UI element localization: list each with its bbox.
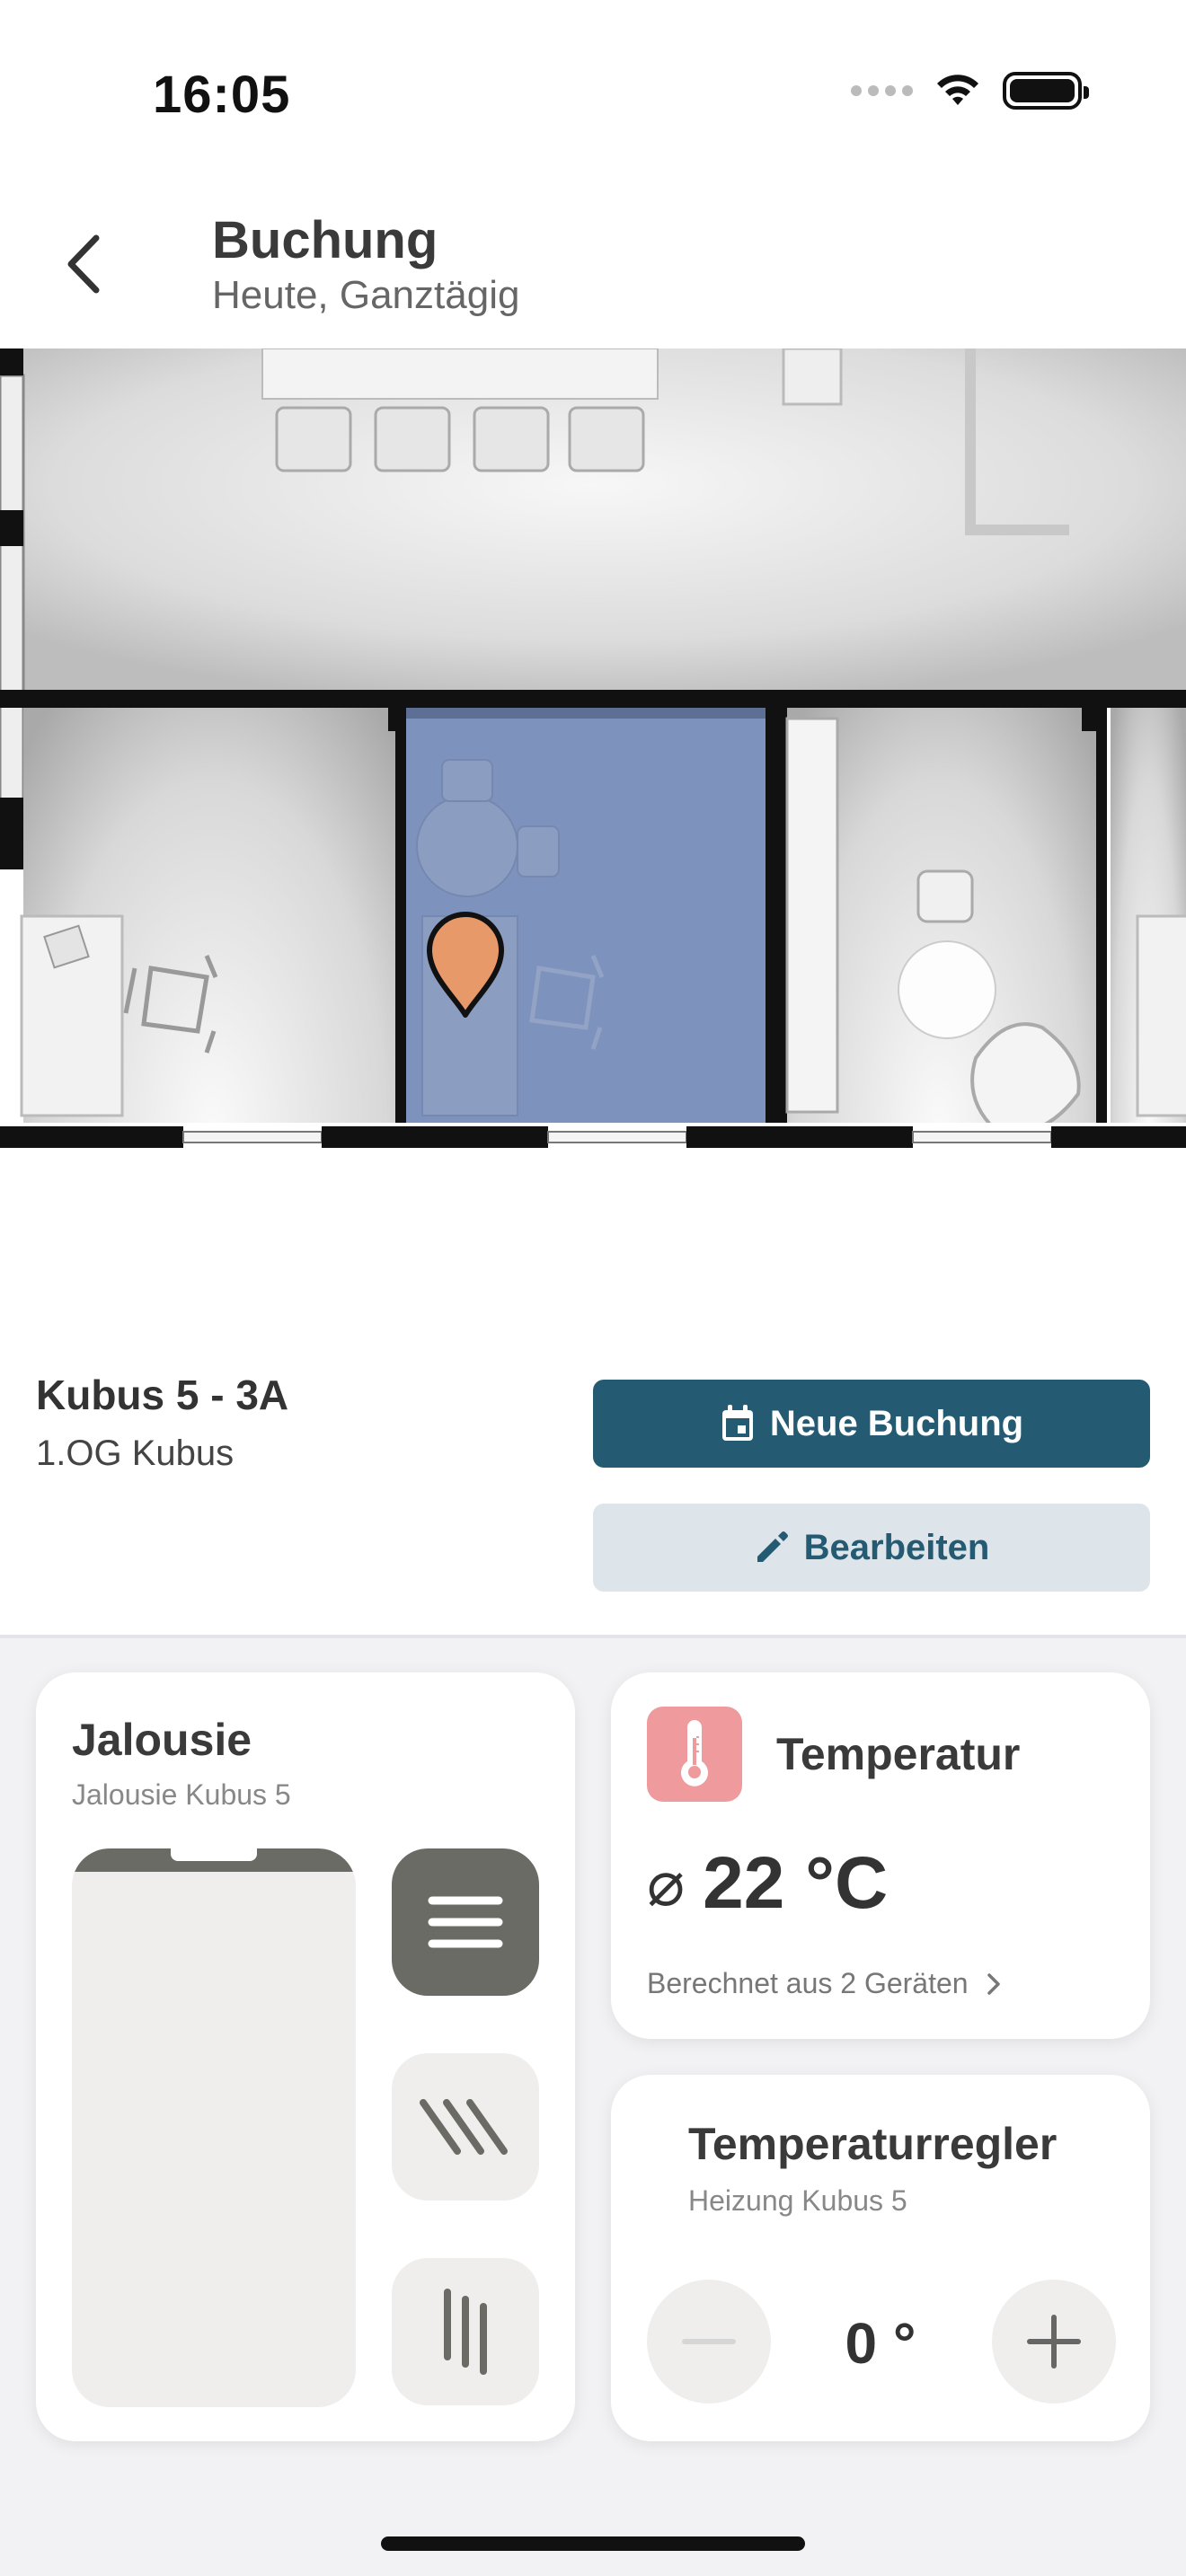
temperature-source-link[interactable]: Berechnet aus 2 Geräten: [647, 1967, 1001, 2000]
status-bar: 16:05: [0, 0, 1186, 180]
floor-plan-drawing: [0, 348, 1186, 1171]
temperature-card: Temperatur ⌀ 22 °C Berechnet aus 2 Gerät…: [611, 1672, 1150, 2039]
back-button[interactable]: [52, 230, 115, 298]
booking-info: Kubus 5 - 3A 1.OG Kubus Neue Buchung Bea…: [0, 1171, 1186, 1638]
edit-button[interactable]: Bearbeiten: [593, 1504, 1150, 1592]
pencil-icon: [757, 1531, 788, 1562]
blind-tilted-icon: [420, 2099, 508, 2155]
section-divider: [0, 1635, 1186, 1638]
blind-tilted-button[interactable]: [392, 2053, 539, 2201]
location-pin-icon[interactable]: [422, 909, 509, 1020]
room-location: 1.OG Kubus: [36, 1434, 235, 1473]
thermostat-subtitle: Heizung Kubus 5: [688, 2184, 907, 2217]
status-icons: [851, 72, 1089, 110]
cellular-signal-icon: [851, 85, 913, 96]
blind-closed-button[interactable]: [392, 1848, 539, 1996]
calendar-icon: [721, 1405, 753, 1441]
room-name: Kubus 5 - 3A: [36, 1372, 289, 1418]
increase-temperature-button[interactable]: [992, 2280, 1116, 2404]
thermostat-title: Temperaturregler: [688, 2119, 1058, 2169]
plus-icon: [1027, 2315, 1081, 2369]
temperature-title: Temperatur: [776, 1729, 1021, 1779]
new-booking-button[interactable]: Neue Buchung: [593, 1380, 1150, 1468]
jalousie-subtitle: Jalousie Kubus 5: [72, 1778, 291, 1811]
decrease-temperature-button[interactable]: [647, 2280, 771, 2404]
temperature-setpoint: 0 °: [845, 2311, 916, 2376]
new-booking-label: Neue Buchung: [769, 1403, 1024, 1443]
blind-open-button[interactable]: [392, 2258, 539, 2405]
status-time: 16:05: [153, 66, 291, 124]
blind-open-icon: [444, 2289, 487, 2375]
home-indicator[interactable]: [381, 2536, 805, 2551]
jalousie-card: Jalousie Jalousie Kubus 5: [36, 1672, 575, 2441]
edit-label: Bearbeiten: [803, 1527, 990, 1567]
thermostat-card: Temperaturregler Heizung Kubus 5 0 °: [611, 2075, 1150, 2441]
jalousie-title: Jalousie: [72, 1715, 252, 1765]
blind-closed-icon: [428, 1896, 503, 1948]
temperature-source-label: Berechnet aus 2 Geräten: [647, 1967, 969, 1999]
chevron-left-icon: [67, 234, 100, 294]
minus-icon: [682, 2339, 736, 2344]
page-subtitle: Heute, Ganztägig: [212, 273, 520, 317]
average-symbol: ⌀: [647, 1848, 686, 1919]
chevron-right-icon: [987, 1972, 1000, 1995]
floor-plan-map[interactable]: [0, 348, 1186, 1171]
blind-preview: [72, 1848, 356, 2407]
battery-icon: [1003, 72, 1089, 110]
temperature-value: ⌀ 22 °C: [647, 1841, 888, 1926]
temperature-reading: 22 °C: [703, 1842, 889, 1924]
page-title: Buchung: [212, 211, 438, 269]
thermometer-icon: [647, 1707, 742, 1802]
header: Buchung Heute, Ganztägig: [0, 180, 1186, 348]
wifi-icon: [937, 75, 978, 105]
